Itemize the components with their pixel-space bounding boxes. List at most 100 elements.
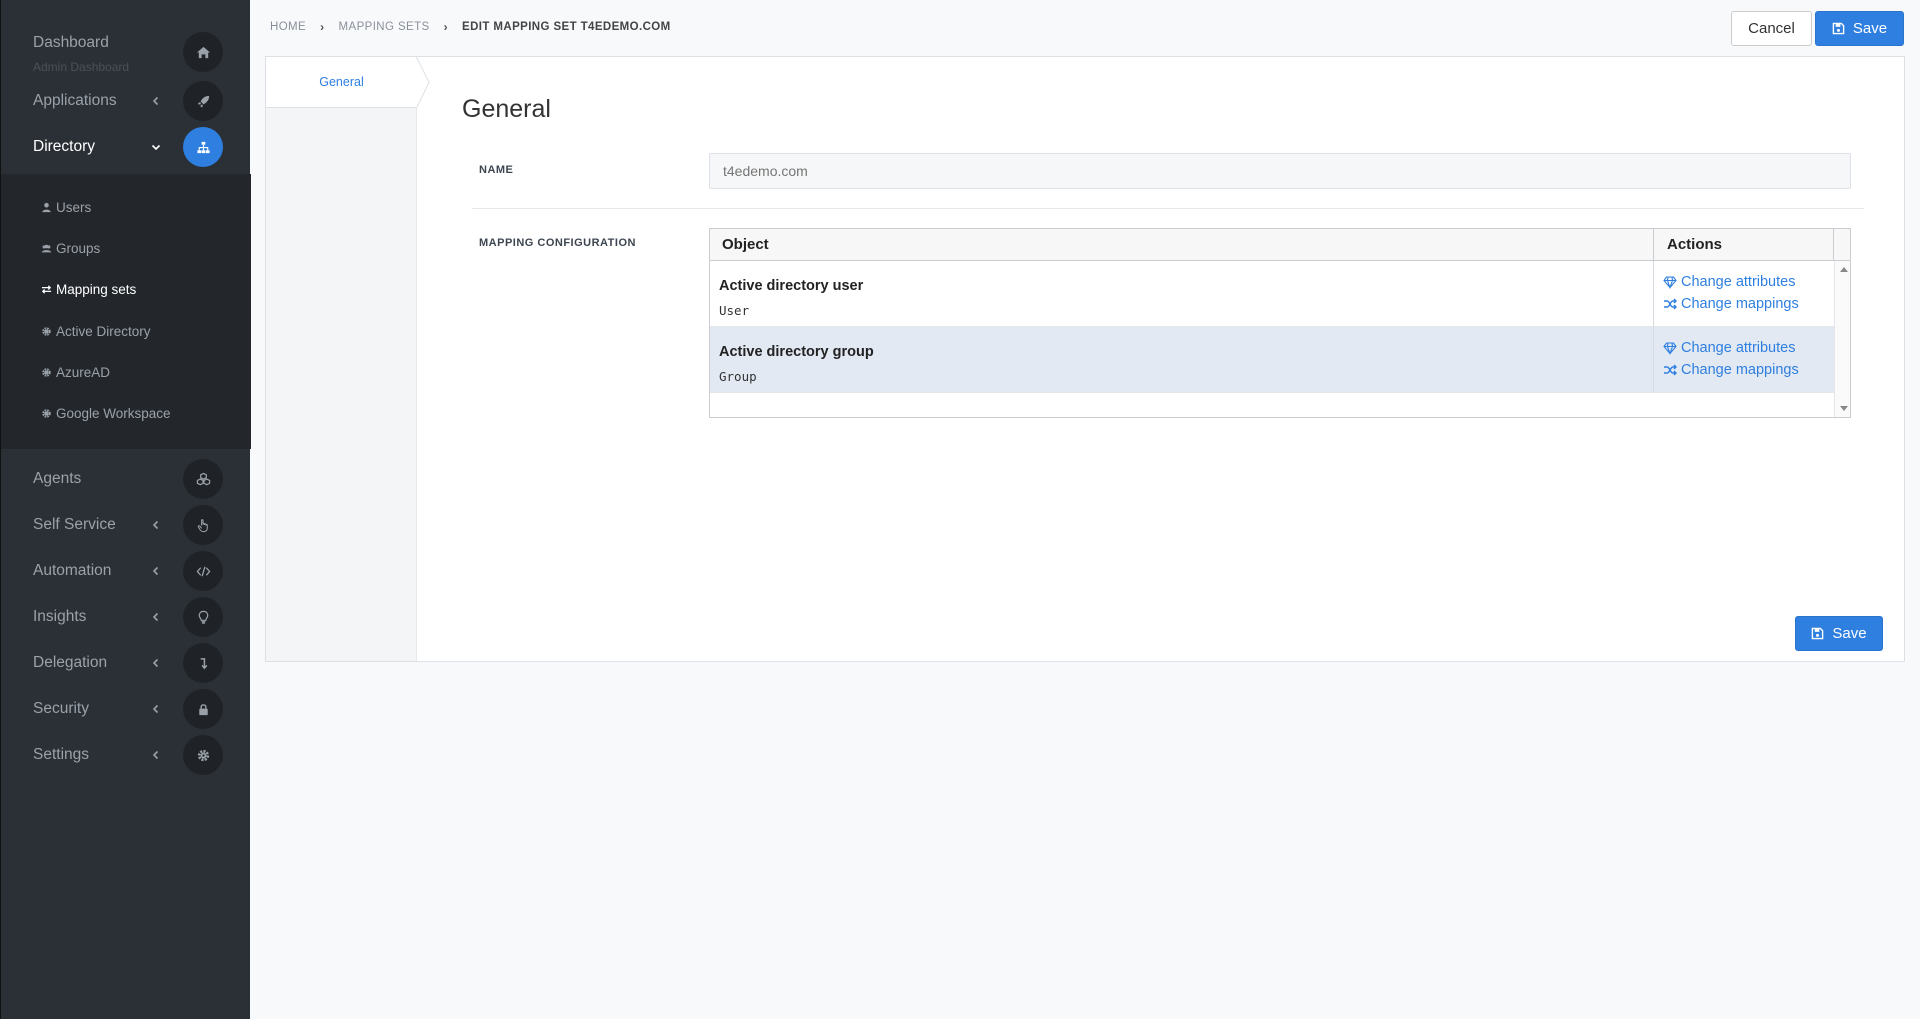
object-cell: Active directory group Group (710, 327, 1654, 393)
nav-label-insights: Insights (33, 608, 87, 625)
diamond-icon (1663, 342, 1677, 355)
breadcrumb-mapping-sets[interactable]: MAPPING SETS (339, 21, 430, 33)
nav-directory[interactable]: Directory (1, 124, 251, 170)
gear-icon (42, 327, 51, 336)
chevron-left-icon (152, 612, 159, 622)
cancel-button-label: Cancel (1748, 20, 1795, 37)
tab-column (266, 57, 417, 661)
chevron-left-icon (152, 750, 159, 760)
nav-agents[interactable]: Agents (1, 456, 251, 502)
subnav-google-workspace[interactable]: Google Workspace (41, 406, 171, 421)
rocket-icon (183, 81, 223, 121)
object-type: Group (719, 369, 757, 384)
subnav-label: Active Directory (56, 324, 151, 339)
subnav-mapping-sets[interactable]: Mapping sets (41, 282, 136, 297)
edit-card: General General NAME MAPPING CONFIGURATI… (265, 56, 1905, 662)
object-title: Active directory group (719, 344, 874, 360)
action-label: Change mappings (1681, 362, 1799, 378)
mapping-table: Object Actions Active directory user Use… (709, 228, 1851, 418)
subnav-label: Users (56, 200, 92, 215)
nav-label-settings: Settings (33, 746, 90, 763)
divider (472, 208, 1864, 209)
nav-label-dashboard: Dashboard (33, 34, 109, 51)
nav-applications[interactable]: Applications (1, 78, 251, 124)
section-title: General (462, 95, 551, 123)
chevron-left-icon (152, 96, 159, 106)
scroll-down-icon[interactable] (1840, 406, 1848, 411)
cubes-icon (183, 459, 223, 499)
subnav-active-directory[interactable]: Active Directory (41, 324, 151, 339)
nav-label-self-service: Self Service (33, 516, 116, 533)
gear-icon (42, 368, 51, 377)
hand-pointer-icon (183, 505, 223, 545)
breadcrumb: HOME › MAPPING SETS › EDIT MAPPING SET T… (270, 20, 671, 34)
breadcrumb-current: EDIT MAPPING SET T4EDEMO.COM (462, 21, 671, 33)
subnav-label: Google Workspace (56, 406, 171, 421)
dashboard-subtitle: Admin Dashboard (33, 60, 130, 74)
change-attributes-link[interactable]: Change attributes (1663, 274, 1795, 290)
subnav-label: Groups (56, 241, 101, 256)
chevron-left-icon (152, 658, 159, 668)
save-button-label: Save (1852, 20, 1888, 37)
column-header-object: Object (710, 229, 1654, 261)
column-header-label: Actions (1667, 236, 1723, 253)
sitemap-icon (183, 127, 223, 167)
table-row[interactable]: Active directory user User Change attrib… (710, 261, 1834, 327)
sidebar: Dashboard Admin Dashboard Applications D… (0, 0, 251, 1019)
object-title: Active directory user (719, 278, 864, 294)
subnav-users[interactable]: Users (41, 200, 91, 215)
chevron-left-icon (152, 566, 159, 576)
change-mappings-link[interactable]: Change mappings (1663, 296, 1799, 312)
change-attributes-link[interactable]: Change attributes (1663, 340, 1795, 356)
column-header-spacer (1834, 229, 1850, 261)
random-icon (1664, 364, 1677, 376)
subnav-azuread[interactable]: AzureAD (41, 365, 110, 380)
name-label: NAME (479, 164, 514, 176)
nav-label-delegation: Delegation (33, 654, 108, 671)
action-label: Change mappings (1681, 296, 1799, 312)
lock-icon (183, 689, 223, 729)
chevron-down-icon (151, 144, 161, 151)
save-button[interactable]: Save (1815, 11, 1904, 46)
home-icon (183, 32, 223, 72)
action-label: Change attributes (1681, 274, 1796, 290)
nav-label-applications: Applications (33, 92, 117, 109)
table-scrollbar[interactable] (1834, 261, 1850, 417)
tab-arrow-icon (416, 57, 430, 108)
nav-self-service[interactable]: Self Service (1, 502, 251, 548)
mapping-configuration-label: MAPPING CONFIGURATION (479, 237, 636, 249)
gear-icon (183, 735, 223, 775)
breadcrumb-separator-icon: › (443, 20, 448, 34)
nav-settings[interactable]: Settings (1, 732, 251, 778)
nav-delegation[interactable]: Delegation (1, 640, 251, 686)
nav-label-directory: Directory (33, 138, 96, 155)
breadcrumb-home[interactable]: HOME (270, 21, 306, 33)
random-icon (1664, 298, 1677, 310)
save-button-label: Save (1832, 625, 1867, 642)
floppy-disk-icon (1812, 627, 1824, 640)
user-icon (42, 202, 51, 213)
change-mappings-link[interactable]: Change mappings (1663, 362, 1799, 378)
subnav-label: Mapping sets (56, 282, 137, 297)
lightbulb-icon (183, 597, 223, 637)
action-label: Change attributes (1681, 340, 1796, 356)
name-input[interactable] (709, 153, 1851, 189)
floppy-disk-icon (1832, 22, 1845, 35)
nav-insights[interactable]: Insights (1, 594, 251, 640)
subnav-groups[interactable]: Groups (41, 241, 100, 256)
cancel-button[interactable]: Cancel (1731, 11, 1812, 46)
tab-general[interactable]: General (266, 57, 417, 108)
level-down-icon (183, 643, 223, 683)
save-button-bottom[interactable]: Save (1795, 616, 1883, 651)
nav-security[interactable]: Security (1, 686, 251, 732)
table-row[interactable]: Active directory group Group Change attr… (710, 327, 1834, 393)
nav-label-automation: Automation (33, 562, 112, 579)
users-icon (41, 244, 52, 253)
object-type: User (719, 303, 750, 318)
gear-icon (42, 409, 51, 418)
nav-automation[interactable]: Automation (1, 548, 251, 594)
exchange-icon (41, 285, 52, 294)
object-cell: Active directory user User (710, 261, 1654, 327)
column-header-actions: Actions (1654, 229, 1834, 261)
scroll-up-icon[interactable] (1840, 267, 1848, 272)
